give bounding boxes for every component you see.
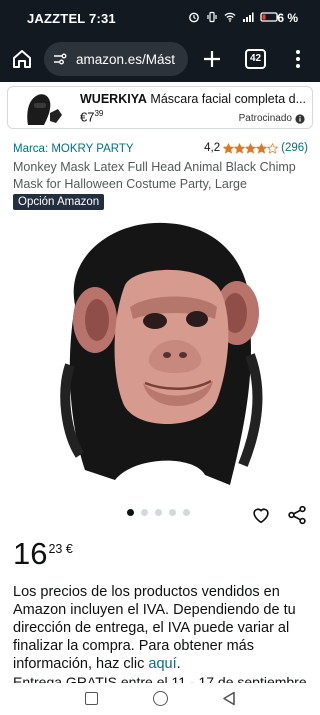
battery-percent: 6 % xyxy=(277,11,298,25)
rating-summary[interactable]: 4,2 (296) xyxy=(204,142,308,154)
product-title[interactable]: Monkey Mask Latex Full Head Animal Black… xyxy=(13,159,313,192)
star-icon xyxy=(256,142,268,154)
url-bar[interactable]: amazon.es/Mást xyxy=(44,42,188,76)
vat-more-info-link[interactable]: aquí xyxy=(148,656,176,672)
share-icon[interactable] xyxy=(286,504,308,526)
vibrate-icon xyxy=(207,11,217,23)
vat-end: . xyxy=(176,656,181,672)
wifi-icon xyxy=(224,12,236,22)
system-nav-bar xyxy=(0,683,320,715)
site-settings-icon[interactable] xyxy=(52,51,68,67)
signal-icon xyxy=(243,12,254,22)
carousel-dot[interactable] xyxy=(169,509,176,516)
product-price: 16 23 € xyxy=(13,536,73,572)
rating-value: 4,2 xyxy=(204,142,221,154)
ad-title: WUERKIYA Máscara facial completa d... xyxy=(80,92,308,106)
ad-brand: WUERKIYA xyxy=(80,92,147,106)
alarm-icon xyxy=(189,12,199,23)
price-fraction: 23 € xyxy=(48,542,73,556)
ad-price-fraction: 39 xyxy=(94,109,104,118)
price-whole: 16 xyxy=(13,536,48,571)
vat-notice: Los precios de los productos vendidos en… xyxy=(13,583,311,673)
ad-product-name: Máscara facial completa d... xyxy=(150,92,307,106)
browser-toolbar: amazon.es/Mást 42 xyxy=(0,36,320,82)
back-icon[interactable] xyxy=(222,691,236,706)
status-bar: JAZZTEL 7:31 6 % xyxy=(0,0,320,36)
sponsored-text: Patrocinado xyxy=(238,113,292,124)
brand-link[interactable]: Marca: MOKRY PARTY xyxy=(13,143,134,155)
carousel-dot[interactable] xyxy=(155,509,162,516)
star-icon xyxy=(234,142,246,154)
sponsored-ad[interactable]: WUERKIYA Máscara facial completa d... €7… xyxy=(7,86,313,129)
more-menu-icon[interactable] xyxy=(288,47,308,71)
tab-switcher-button[interactable]: 42 xyxy=(245,49,266,69)
ad-price: €739 xyxy=(80,109,103,124)
carousel-dot[interactable] xyxy=(141,509,148,516)
star-icon xyxy=(245,142,257,154)
url-text: amazon.es/Mást xyxy=(76,51,176,67)
star-icon xyxy=(267,142,279,154)
sponsored-label[interactable]: Patrocinado xyxy=(239,113,305,124)
carousel-dot[interactable] xyxy=(127,509,134,516)
star-icon xyxy=(223,142,235,154)
amazon-choice-badge: Opción Amazon xyxy=(13,194,105,210)
recent-apps-button[interactable] xyxy=(85,692,98,705)
delivery-info: Entrega GRATIS entre el 11 - 17 de septi… xyxy=(13,674,307,683)
info-icon[interactable] xyxy=(295,113,305,124)
carousel-dot[interactable] xyxy=(183,509,190,516)
ad-thumbnail xyxy=(27,94,62,125)
carrier-time: JAZZTEL 7:31 xyxy=(27,11,116,26)
home-icon[interactable] xyxy=(10,47,34,71)
rating-stars xyxy=(223,142,279,154)
new-tab-icon[interactable] xyxy=(200,47,224,71)
product-image[interactable] xyxy=(55,215,270,490)
home-button[interactable] xyxy=(153,691,168,706)
rating-count[interactable]: (296) xyxy=(281,142,308,154)
image-carousel-dots[interactable] xyxy=(127,509,190,516)
heart-icon[interactable] xyxy=(250,504,272,526)
status-icons xyxy=(188,11,280,23)
